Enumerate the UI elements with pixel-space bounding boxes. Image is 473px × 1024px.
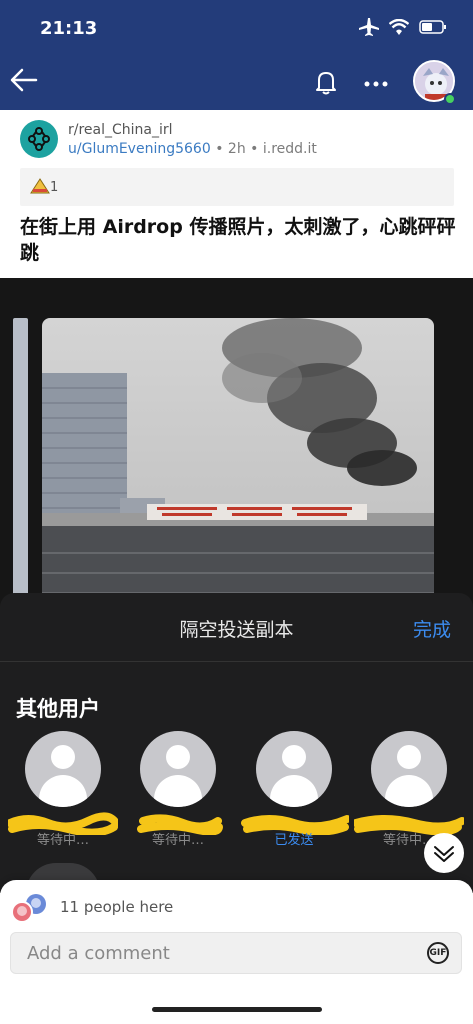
chevron-down-icon (434, 846, 454, 862)
airdrop-sheet: 隔空投送副本 完成 其他用户 等待中… 等待中… 已发送 等待中… (0, 593, 473, 893)
subreddit-logo-icon (28, 127, 50, 151)
comments-bar: 11 people here Add a comment GIF (0, 880, 473, 1024)
recipient-avatar (25, 731, 101, 807)
people-here-count: 11 people here (60, 898, 174, 916)
bell-icon[interactable] (312, 68, 340, 96)
section-heading: 其他用户 (16, 697, 100, 721)
subreddit-icon[interactable] (20, 120, 58, 158)
award-icon (30, 178, 50, 194)
post-title[interactable]: 在街上用 Airdrop 传播照片，太刺激了，心跳砰砰跳 (20, 214, 460, 266)
battery-icon (419, 20, 446, 34)
comment-input[interactable]: Add a comment GIF (10, 932, 462, 974)
recipient-avatar (140, 731, 216, 807)
airplane-icon (359, 18, 379, 36)
online-status-dot (444, 93, 456, 105)
status-time: 21:13 (40, 18, 98, 39)
gif-button[interactable]: GIF (427, 942, 449, 964)
recipient-avatar (256, 731, 332, 807)
subreddit-name[interactable]: r/real_China_irl (68, 122, 173, 138)
photo (42, 318, 434, 608)
home-indicator (152, 1007, 322, 1012)
post-meta: u/GlumEvening5660 • 2h • i.redd.it (68, 141, 317, 157)
done-button[interactable]: 完成 (413, 615, 451, 642)
meta-separator: • (215, 141, 228, 157)
airdrop-title: 隔空投送副本 (179, 619, 294, 641)
collapse-button[interactable] (424, 833, 464, 873)
people-here-avatars-icon (11, 894, 46, 923)
post-header: r/real_China_irl u/GlumEvening5660 • 2h … (0, 110, 473, 278)
airdrop-recipient[interactable]: 等待中… (8, 731, 118, 848)
airdrop-recipient[interactable]: 等待中… (354, 731, 464, 848)
post-age: 2h (227, 141, 246, 157)
airdrop-recipient[interactable]: 等待中… (123, 731, 233, 848)
top-bar: 21:13 (0, 0, 473, 110)
recipient-status: 等待中… (36, 833, 89, 848)
post-image[interactable] (0, 278, 473, 608)
author-link[interactable]: u/GlumEvening5660 (68, 141, 211, 157)
award-bar[interactable]: 1 (20, 168, 454, 206)
airdrop-recipient[interactable]: 已发送 (239, 731, 349, 848)
meta-separator: • (250, 141, 263, 157)
divider (0, 661, 473, 662)
previous-image-edge (13, 318, 28, 608)
comment-placeholder: Add a comment (27, 943, 170, 964)
back-arrow-icon[interactable] (8, 64, 40, 96)
wifi-icon (389, 19, 409, 35)
recipient-avatar (371, 731, 447, 807)
post-domain[interactable]: i.redd.it (263, 141, 317, 157)
recipient-status: 已发送 (274, 833, 314, 848)
more-options-icon[interactable] (362, 70, 390, 98)
bridge-smoke-photo (42, 318, 434, 608)
status-icons (359, 18, 447, 36)
award-count: 1 (50, 179, 59, 195)
recipient-status: 等待中… (151, 833, 204, 848)
